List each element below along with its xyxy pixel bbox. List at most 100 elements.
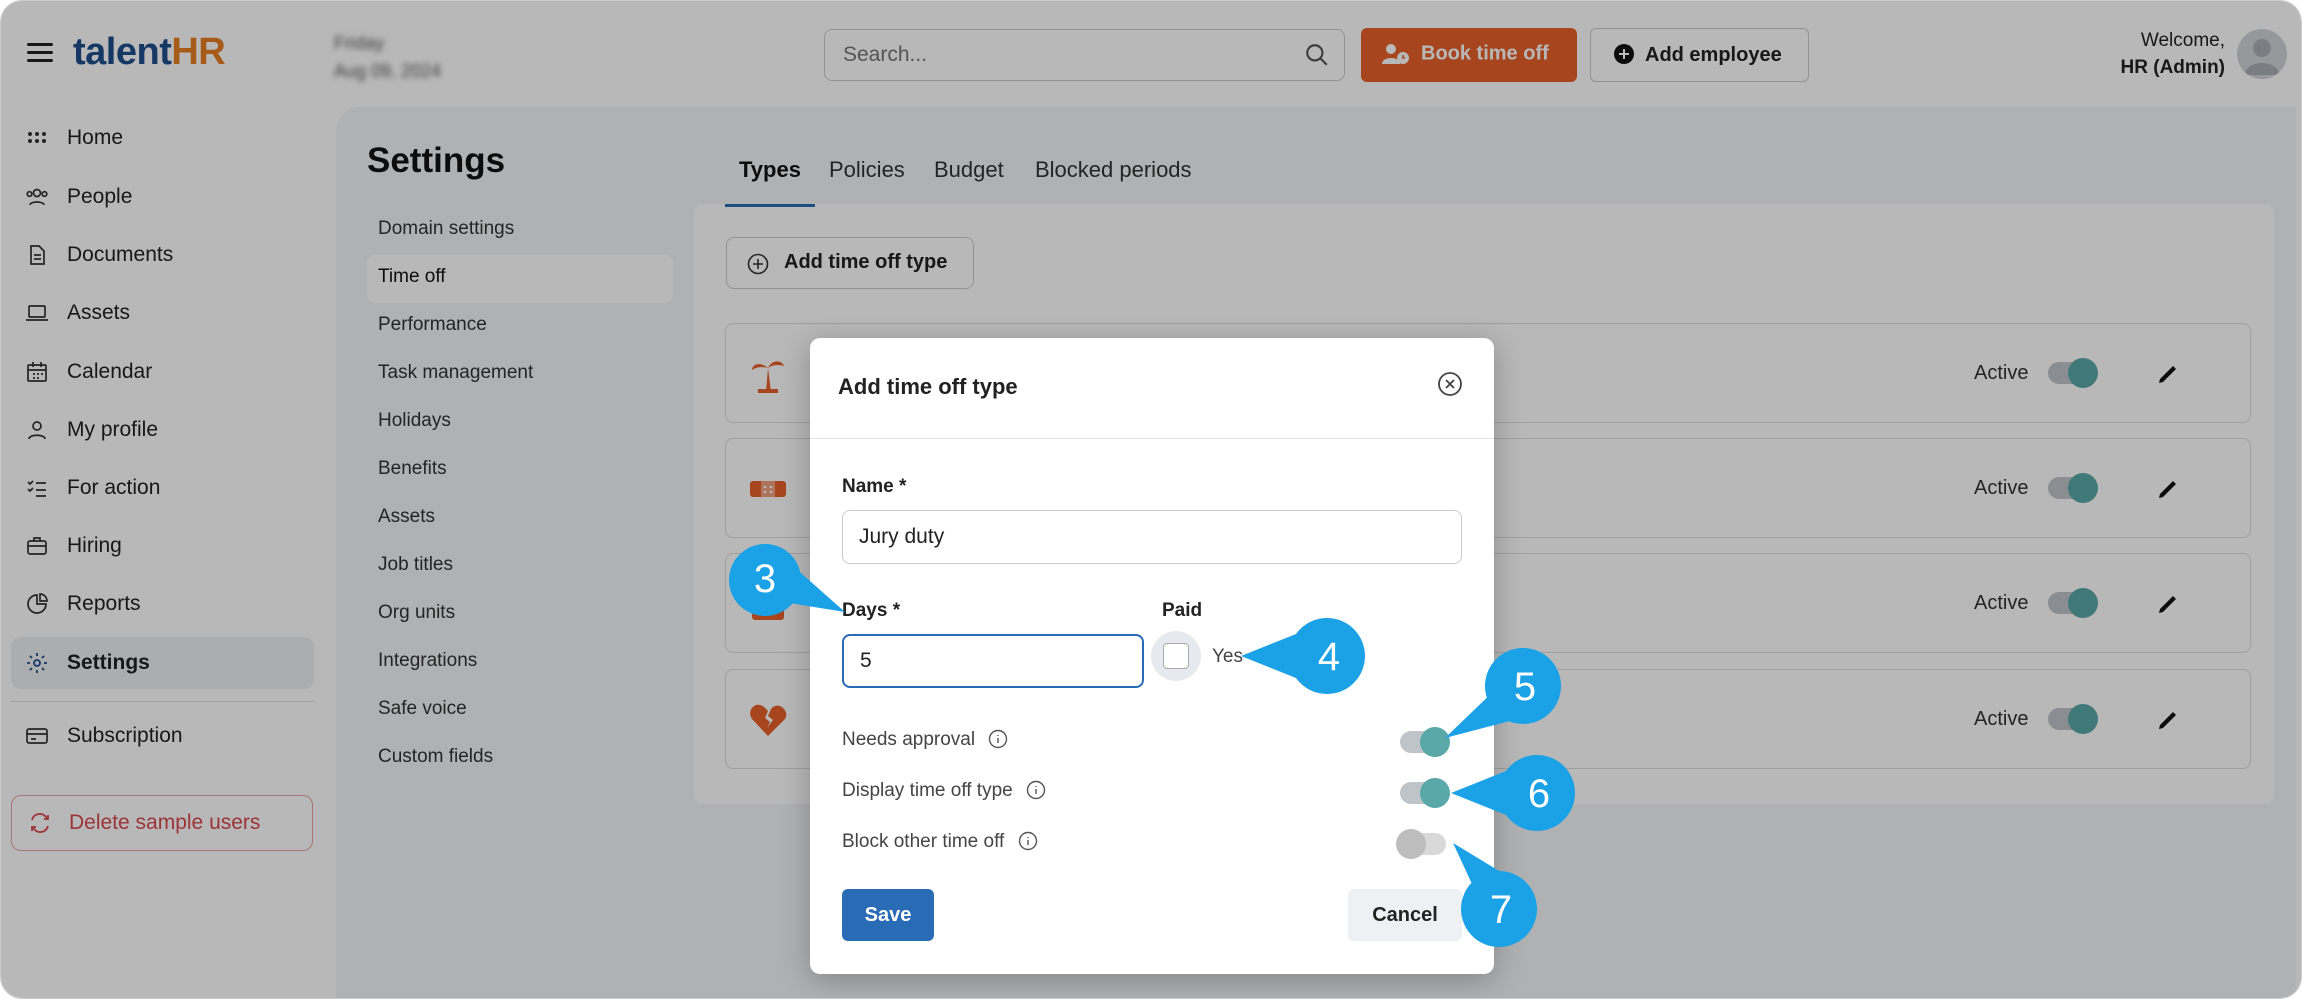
date-day: Friday <box>334 33 385 53</box>
sidebar-item-hiring[interactable]: Hiring <box>11 520 314 572</box>
sidebar-item-label: Documents <box>67 243 174 266</box>
settings-menu-item[interactable]: Job titles <box>367 543 673 591</box>
avatar[interactable] <box>2237 29 2287 79</box>
display-type-label: Display time off type <box>842 780 1013 801</box>
bandage-icon <box>750 481 786 497</box>
name-label: Name * <box>842 476 907 497</box>
add-time-off-type-button[interactable]: Add time off type <box>726 237 974 289</box>
sync-icon <box>31 813 49 833</box>
callout-3-number: 3 <box>754 557 776 601</box>
settings-menu-item-time-off[interactable]: Time off <box>367 255 673 303</box>
info-icon[interactable] <box>1026 780 1046 800</box>
search-input[interactable] <box>841 42 1285 68</box>
close-icon[interactable] <box>1436 370 1464 398</box>
info-icon[interactable] <box>1018 831 1038 851</box>
pencil-icon[interactable] <box>2156 708 2180 732</box>
search-box[interactable] <box>824 29 1345 81</box>
settings-menu-item[interactable]: Domain settings <box>367 207 673 255</box>
sidebar-divider <box>11 701 314 702</box>
sidebar-item-label: Settings <box>67 651 150 674</box>
sidebar-item-for-action[interactable]: For action <box>11 462 314 514</box>
paid-checkbox[interactable] <box>1163 643 1189 669</box>
active-toggle[interactable] <box>2048 588 2098 618</box>
app-logo[interactable]: talentHR <box>73 31 226 74</box>
pencil-icon[interactable] <box>2156 592 2180 616</box>
sidebar-item-people[interactable]: People <box>11 171 314 223</box>
sidebar-item-settings[interactable]: Settings <box>11 637 314 689</box>
user-avatar-icon <box>2245 39 2279 75</box>
search-icon[interactable] <box>1304 42 1330 68</box>
sidebar-item-home[interactable]: Home <box>11 112 314 164</box>
current-date: Friday Aug 09, 2024 <box>334 29 441 85</box>
pencil-icon[interactable] <box>2156 477 2180 501</box>
page-title: Settings <box>367 141 506 180</box>
cancel-button[interactable]: Cancel <box>1348 889 1462 941</box>
status-label: Active <box>1974 362 2029 384</box>
needs-approval-option: Needs approval <box>842 729 1008 751</box>
settings-menu-item[interactable]: Holidays <box>367 399 673 447</box>
status-label: Active <box>1974 708 2029 730</box>
user-icon <box>28 421 46 440</box>
settings-menu-item[interactable]: Assets <box>367 495 673 543</box>
active-toggle[interactable] <box>2048 473 2098 503</box>
sidebar-item-my-profile[interactable]: My profile <box>11 404 314 456</box>
tab-policies[interactable]: Policies <box>829 146 905 204</box>
tab-budget[interactable]: Budget <box>934 146 1004 204</box>
sidebar: Home People Documents Assets Calendar My… <box>1 107 331 998</box>
callout-4: 4 <box>1241 618 1365 694</box>
active-toggle[interactable] <box>2048 704 2098 734</box>
hamburger-menu-icon[interactable] <box>27 43 53 63</box>
info-icon[interactable] <box>988 729 1008 749</box>
tab-types[interactable]: Types <box>725 146 815 207</box>
block-other-label: Block other time off <box>842 831 1005 852</box>
sidebar-item-label: Reports <box>67 592 141 615</box>
sidebar-item-label: People <box>67 185 133 208</box>
sidebar-item-reports[interactable]: Reports <box>11 578 314 630</box>
sidebar-item-subscription[interactable]: Subscription <box>11 710 314 762</box>
settings-menu-item[interactable]: Custom fields <box>367 735 673 783</box>
callout-6: 6 <box>1451 755 1575 831</box>
display-type-toggle[interactable] <box>1400 778 1450 808</box>
dialog-header: Add time off type <box>810 338 1494 439</box>
needs-approval-label: Needs approval <box>842 729 976 750</box>
settings-menu-item[interactable]: Task management <box>367 351 673 399</box>
status-label: Active <box>1974 592 2029 614</box>
settings-menu-item[interactable]: Org units <box>367 591 673 639</box>
book-time-off-button[interactable]: Book time off <box>1361 28 1577 82</box>
paid-checkbox-wrap[interactable] <box>1151 631 1201 681</box>
settings-menu-item[interactable]: Integrations <box>367 639 673 687</box>
callout-4-number: 4 <box>1318 635 1340 679</box>
sidebar-item-calendar[interactable]: Calendar <box>11 346 314 398</box>
sidebar-item-label: My profile <box>67 418 159 441</box>
name-input[interactable] <box>842 510 1462 564</box>
settings-menu-item[interactable]: Safe voice <box>367 687 673 735</box>
callout-5: 5 <box>1445 648 1561 738</box>
palm-tree-icon <box>752 361 784 393</box>
settings-menu-item[interactable]: Benefits <box>367 447 673 495</box>
app-window: talentHR Friday Aug 09, 2024 Book time o… <box>0 0 2302 999</box>
save-button[interactable]: Save <box>842 889 934 941</box>
days-input[interactable] <box>842 634 1144 688</box>
paid-label: Paid <box>1162 600 1203 621</box>
block-other-toggle[interactable] <box>1396 829 1446 859</box>
callout-3: 3 <box>729 544 845 616</box>
pencil-icon[interactable] <box>2156 362 2180 386</box>
plus-circle-icon <box>1614 44 1634 64</box>
welcome-label: Welcome, <box>2140 30 2225 51</box>
pie-chart-icon <box>27 593 48 614</box>
block-other-option: Block other time off <box>842 831 1038 853</box>
sidebar-item-assets[interactable]: Assets <box>11 287 314 339</box>
add-employee-button[interactable]: Add employee <box>1590 28 1809 82</box>
display-type-option: Display time off type <box>842 780 1046 802</box>
sidebar-item-documents[interactable]: Documents <box>11 229 314 281</box>
paid-yes-label: Yes <box>1212 646 1243 667</box>
dialog-title: Add time off type <box>838 374 1018 399</box>
active-toggle[interactable] <box>2048 358 2098 388</box>
calendar-icon <box>27 362 47 382</box>
plus-circle-icon <box>747 253 769 275</box>
tab-blocked-periods[interactable]: Blocked periods <box>1035 146 1192 204</box>
delete-sample-users-button[interactable]: Delete sample users <box>11 795 313 851</box>
settings-menu: Domain settings Time off Performance Tas… <box>367 207 673 783</box>
sidebar-item-label: Home <box>67 126 124 149</box>
settings-menu-item[interactable]: Performance <box>367 303 673 351</box>
